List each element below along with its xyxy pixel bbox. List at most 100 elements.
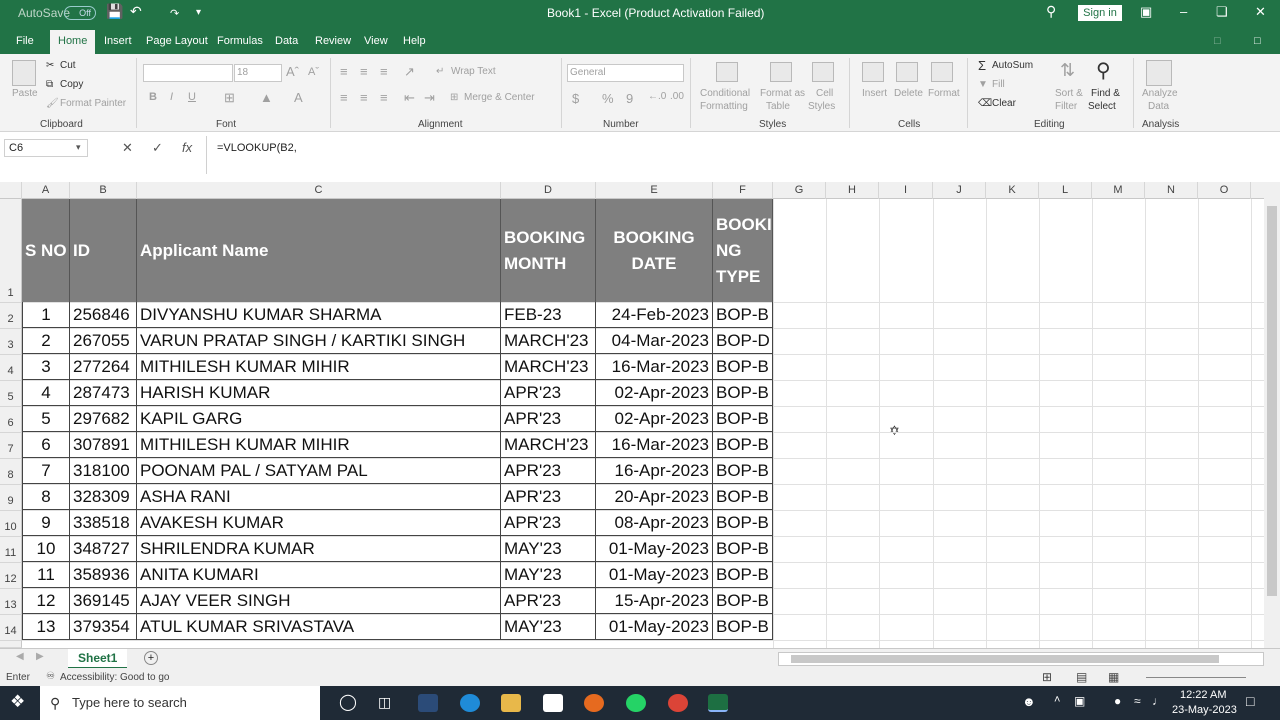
taskbar-search[interactable]: ⚲ Type here to search (40, 686, 320, 720)
add-sheet-icon[interactable]: + (144, 651, 158, 665)
cell-id[interactable]: 256846 (70, 302, 137, 328)
row-header[interactable]: 9 (0, 485, 22, 511)
cell-date[interactable]: 15-Apr-2023 (596, 588, 713, 614)
save-icon[interactable]: 💾 (106, 3, 123, 20)
sheet-tab-sheet1[interactable]: Sheet1 (68, 649, 128, 669)
cell-id[interactable]: 297682 (70, 406, 137, 432)
cell-name[interactable]: MITHILESH KUMAR MIHIR (137, 432, 501, 458)
row-header[interactable]: 12 (0, 563, 22, 589)
cell-name[interactable]: HARISH KUMAR (137, 380, 501, 406)
column-header[interactable]: F (713, 182, 773, 199)
cell-sno[interactable]: 13 (22, 614, 70, 640)
cell-type[interactable]: BOP-D (713, 328, 773, 354)
people-icon[interactable]: ☻ (1022, 694, 1036, 709)
wifi-icon[interactable]: ≈ (1134, 694, 1141, 708)
tray-overflow-icon[interactable]: ˄ (1054, 694, 1060, 706)
merge-icon[interactable]: ⊞ (450, 92, 458, 103)
clear-button[interactable]: Clear (992, 98, 1016, 109)
fill-icon[interactable]: ▼ (978, 79, 988, 90)
whatsapp-icon[interactable] (626, 694, 646, 712)
autosum-button[interactable]: AutoSum (992, 60, 1033, 71)
cell-name[interactable]: ANITA KUMARI (137, 562, 501, 588)
cell-name[interactable]: ASHA RANI (137, 484, 501, 510)
horizontal-scroll-thumb[interactable] (791, 655, 1219, 663)
horizontal-scrollbar[interactable] (778, 652, 1264, 666)
cell-date[interactable]: 20-Apr-2023 (596, 484, 713, 510)
tab-review[interactable]: Review (315, 35, 351, 47)
header-booking-type[interactable]: BOOKI NG TYPE (713, 199, 773, 302)
cell-date[interactable]: 16-Mar-2023 (596, 354, 713, 380)
cell-type[interactable]: BOP-B (713, 406, 773, 432)
orientation-icon[interactable]: ↗ (404, 64, 415, 80)
select-all-corner[interactable] (0, 182, 22, 199)
mail-icon[interactable] (543, 694, 563, 712)
autosum-icon[interactable]: Σ (978, 58, 986, 73)
paste-icon[interactable] (12, 60, 36, 86)
format-painter-button[interactable]: Format Painter (60, 98, 126, 109)
wrap-text-icon[interactable]: ↵ (436, 66, 444, 77)
header-booking-month[interactable]: BOOKING MONTH (501, 199, 596, 302)
vertical-scroll-thumb[interactable] (1267, 206, 1277, 596)
cell-sno[interactable]: 1 (22, 302, 70, 328)
notifications-icon[interactable]: □ (1246, 693, 1254, 709)
windows-start-icon[interactable]: ❖ (10, 692, 25, 712)
cell-type[interactable]: BOP-B (713, 536, 773, 562)
cell-id[interactable]: 287473 (70, 380, 137, 406)
row-header[interactable]: 10 (0, 511, 22, 537)
row-header[interactable]: 6 (0, 407, 22, 433)
page-layout-view-icon[interactable]: ▤ (1076, 670, 1087, 684)
increase-font-icon[interactable]: Aˆ (286, 64, 299, 79)
cell-name[interactable]: KAPIL GARG (137, 406, 501, 432)
header-applicant-name[interactable]: Applicant Name (137, 199, 501, 302)
share-icon[interactable]: □ (1254, 35, 1261, 47)
cell-month[interactable]: MARCH'23 (501, 354, 596, 380)
delete-cells-button[interactable]: Delete (894, 88, 923, 99)
file-explorer-icon[interactable] (501, 694, 521, 712)
analyze-data-icon[interactable] (1146, 60, 1172, 86)
cell-sno[interactable]: 2 (22, 328, 70, 354)
cell-date[interactable]: 02-Apr-2023 (596, 406, 713, 432)
cell-name[interactable]: ATUL KUMAR SRIVASTAVA (137, 614, 501, 640)
cell-type[interactable]: BOP-B (713, 432, 773, 458)
underline-button[interactable]: U (188, 91, 196, 103)
cell-id[interactable]: 267055 (70, 328, 137, 354)
cell-date[interactable]: 04-Mar-2023 (596, 328, 713, 354)
row-header[interactable]: 8 (0, 459, 22, 485)
cell-sno[interactable]: 10 (22, 536, 70, 562)
cell-styles-button[interactable]: Cell (816, 88, 833, 99)
column-header[interactable]: D (501, 182, 596, 199)
maximize-icon[interactable]: ❏ (1216, 4, 1228, 20)
analyze-data-button[interactable]: Analyze (1142, 88, 1178, 99)
font-color-icon[interactable]: A (294, 90, 303, 105)
insert-function-icon[interactable]: fx (182, 140, 192, 155)
cell-id[interactable]: 307891 (70, 432, 137, 458)
align-bottom-icon[interactable]: ≡ (380, 64, 388, 79)
column-header[interactable]: H (826, 182, 879, 199)
cell-sno[interactable]: 6 (22, 432, 70, 458)
cell-type[interactable]: BOP-B (713, 588, 773, 614)
tab-view[interactable]: View (364, 35, 388, 47)
cancel-icon[interactable]: ✕ (122, 140, 133, 156)
cell-month[interactable]: FEB-23 (501, 302, 596, 328)
cell-name[interactable]: SHRILENDRA KUMAR (137, 536, 501, 562)
cell-name[interactable]: AVAKESH KUMAR (137, 510, 501, 536)
cell-month[interactable]: APR'23 (501, 510, 596, 536)
column-header[interactable]: C (137, 182, 501, 199)
cell-type[interactable]: BOP-B (713, 562, 773, 588)
close-icon[interactable]: ✕ (1255, 4, 1266, 20)
excel-icon[interactable] (708, 694, 728, 712)
column-header[interactable]: G (773, 182, 826, 199)
column-header[interactable]: J (933, 182, 986, 199)
sort-filter-icon[interactable]: ⇅ (1060, 60, 1075, 81)
cell-sno[interactable]: 4 (22, 380, 70, 406)
column-header[interactable]: L (1039, 182, 1092, 199)
align-left-icon[interactable]: ≡ (340, 90, 348, 105)
row-header[interactable]: 1 (0, 199, 22, 303)
column-header[interactable]: K (986, 182, 1039, 199)
align-top-icon[interactable]: ≡ (340, 64, 348, 79)
cell-type[interactable]: BOP-B (713, 484, 773, 510)
row-header[interactable]: 4 (0, 355, 22, 381)
cell-id[interactable]: 277264 (70, 354, 137, 380)
column-header[interactable]: I (879, 182, 933, 199)
clock-date[interactable]: 23-May-2023 (1172, 704, 1237, 716)
